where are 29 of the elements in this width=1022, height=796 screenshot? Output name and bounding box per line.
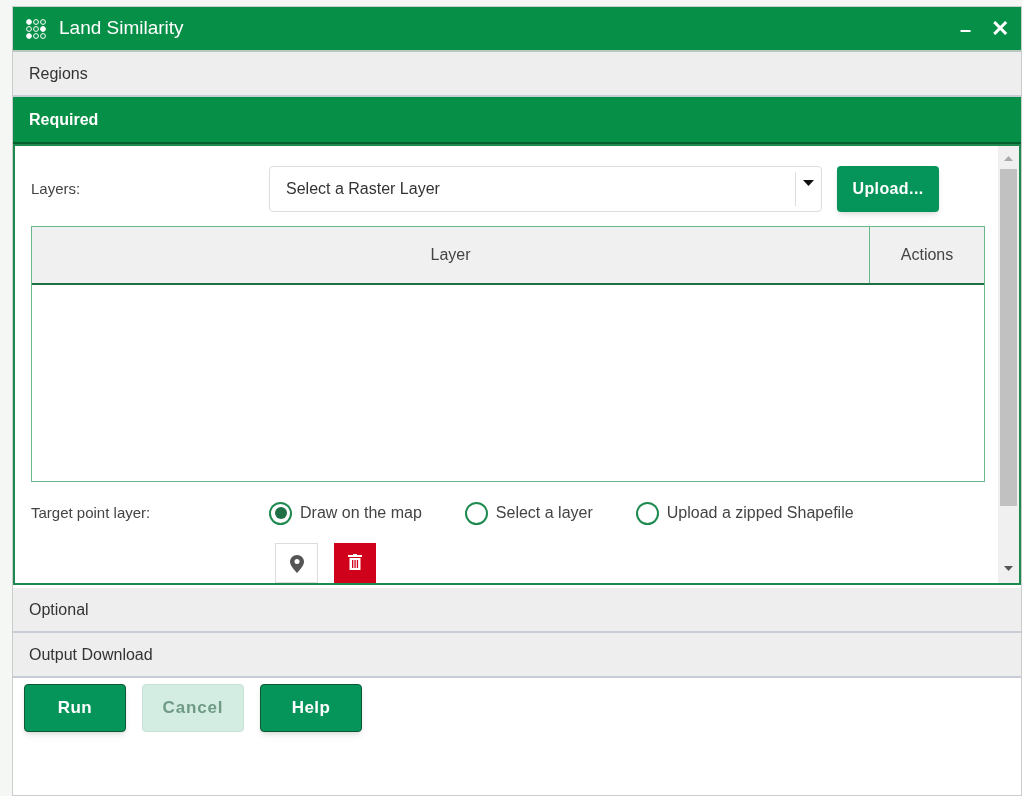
- map-pin-icon: [289, 555, 304, 573]
- radio-option[interactable]: Draw on the map: [269, 501, 422, 526]
- upload-button[interactable]: Upload...: [837, 166, 939, 212]
- column-header: Layer: [32, 227, 870, 283]
- close-button[interactable]: ✕: [991, 12, 1009, 45]
- column-header: Actions: [899, 245, 955, 265]
- marker-button[interactable]: [275, 543, 318, 583]
- dots-grid-icon: [25, 18, 47, 39]
- radio-option[interactable]: Upload a zipped Shapefile: [635, 501, 854, 526]
- section-header[interactable]: Output Download: [13, 633, 1021, 678]
- action-button[interactable]: Help: [260, 684, 362, 732]
- scroll-down-icon[interactable]: [1004, 566, 1013, 571]
- minimize-button[interactable]: –: [959, 13, 971, 44]
- field-label: Target point layer:: [31, 502, 152, 523]
- delete-button[interactable]: [334, 543, 376, 583]
- scrollbar[interactable]: [998, 146, 1019, 583]
- trash-icon: [348, 554, 362, 570]
- radio-button[interactable]: [635, 501, 659, 525]
- section-header[interactable]: Regions: [13, 52, 1021, 97]
- action-button[interactable]: Run: [24, 684, 126, 732]
- section-header[interactable]: Optional: [13, 588, 1021, 633]
- radio-button[interactable]: [269, 501, 292, 525]
- radio-option[interactable]: Select a layer: [464, 501, 593, 526]
- radio-button[interactable]: [464, 501, 488, 525]
- section-header[interactable]: Required: [13, 97, 1021, 144]
- field-label: Layers:: [31, 178, 82, 199]
- caret-icon: [803, 180, 814, 186]
- layer-select[interactable]: Select a Raster Layer: [269, 166, 822, 212]
- window-title: Land Similarity: [59, 16, 184, 41]
